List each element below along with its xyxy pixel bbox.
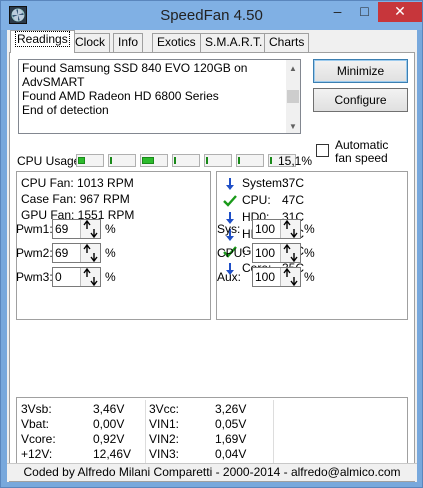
cpu-core-bar (108, 154, 136, 167)
client-area: Readings Clock Info Exotics S.M.A.R.T. C… (7, 30, 417, 482)
scroll-thumb[interactable] (287, 90, 299, 103)
checkmark-icon (223, 194, 237, 208)
up-down-arrows-icon[interactable] (280, 243, 300, 263)
tab-exotics[interactable]: Exotics (152, 33, 201, 52)
pwm-label: Sys: (217, 222, 241, 236)
voltage-value: 3,46V (93, 402, 125, 416)
pwm-unit: % (304, 246, 315, 260)
voltage-value: 0,04V (215, 447, 247, 461)
pwm-label: Pwm1: (16, 222, 53, 236)
title-bar[interactable]: SpeedFan 4.50 – □ ✕ (1, 1, 422, 30)
voltage-value: 0,05V (215, 417, 247, 431)
temp-value: 47C (282, 193, 305, 207)
configure-button[interactable]: Configure (313, 88, 408, 112)
arrow-down-icon (223, 177, 237, 191)
pwm-spinner[interactable]: 0 (52, 267, 101, 287)
fan-reading: CPU Fan: 1013 RPM (21, 176, 134, 190)
pwm-label: Pwm3: (16, 270, 53, 284)
voltage-label: 3Vsb: (21, 402, 52, 416)
log-line: Found AMD Radeon HD 6800 Series (22, 89, 219, 103)
pwm-unit: % (105, 222, 116, 236)
cpu-core-bar (172, 154, 200, 167)
tab-info[interactable]: Info (113, 33, 144, 52)
tab-clock[interactable]: Clock (70, 33, 111, 52)
scroll-down-arrow-icon[interactable]: ▼ (289, 120, 297, 134)
voltage-value: 12,46V (93, 447, 132, 461)
voltage-label: VIN2: (149, 432, 180, 446)
temp-row: System: 37C (223, 176, 403, 192)
cpu-core-bar (76, 154, 104, 167)
minimize-button[interactable]: Minimize (313, 59, 408, 83)
up-down-arrows-icon[interactable] (280, 219, 300, 239)
pwm-unit: % (304, 222, 315, 236)
log-line: End of detection (22, 103, 109, 117)
pwm-label: Aux: (217, 270, 242, 284)
detection-log[interactable]: Found Samsung SSD 840 EVO 120GB on AdvSM… (18, 59, 301, 134)
pwm-value: 0 (55, 270, 62, 284)
pwm-spinner[interactable]: 100 (252, 219, 301, 239)
window-maximize-button[interactable]: □ (351, 2, 378, 22)
app-window: SpeedFan 4.50 – □ ✕ Readings Clock Info … (0, 0, 423, 488)
voltage-label: VIN1: (149, 417, 180, 431)
pwm-value: 69 (55, 222, 69, 236)
cpu-core-bar (204, 154, 232, 167)
cpu-core-bar (140, 154, 168, 167)
pwm-unit: % (304, 270, 315, 284)
log-line: Found Samsung SSD 840 EVO 120GB on AdvSM… (22, 61, 248, 89)
readings-panel: Found Samsung SSD 840 EVO 120GB on AdvSM… (9, 52, 415, 482)
temp-value: 37C (282, 176, 305, 190)
pwm-value: 100 (255, 270, 276, 284)
pwm-spinner[interactable]: 100 (252, 267, 301, 287)
cpu-core-bar (236, 154, 264, 167)
cpu-core-load (270, 157, 272, 164)
voltage-value: 0,92V (93, 432, 125, 446)
voltage-value: 0,00V (93, 417, 125, 431)
pwm-spinner[interactable]: 100 (252, 243, 301, 263)
voltage-label: Vbat: (21, 417, 50, 431)
tab-readings-label: Readings (15, 31, 70, 47)
tab-readings[interactable]: Readings (10, 30, 75, 53)
pwm-value: 100 (255, 222, 276, 236)
window-minimize-button[interactable]: – (324, 2, 351, 22)
pwm-spinner[interactable]: 69 (52, 243, 101, 263)
temp-row: CPU: 47C (223, 193, 403, 209)
cpu-core-load (142, 157, 154, 164)
pwm-label: CPU: (217, 246, 246, 260)
voltage-value: 3,26V (215, 402, 247, 416)
up-down-arrows-icon[interactable] (80, 243, 100, 263)
up-down-arrows-icon[interactable] (280, 267, 300, 287)
pwm-unit: % (105, 246, 116, 260)
tab-charts[interactable]: Charts (264, 33, 310, 52)
pwm-unit: % (105, 270, 116, 284)
up-down-arrows-icon[interactable] (80, 267, 100, 287)
automatic-fan-speed-checkbox[interactable] (316, 144, 329, 157)
pwm-value: 100 (255, 246, 276, 260)
window-close-button[interactable]: ✕ (378, 2, 422, 22)
cpu-usage-label: CPU Usage (17, 154, 81, 168)
voltage-value: 1,69V (215, 432, 247, 446)
cpu-usage-percent: 15,1% (278, 154, 313, 168)
pwm-label: Pwm2: (16, 246, 53, 260)
voltage-label: Vcore: (21, 432, 56, 446)
automatic-fan-speed-label: Automatic fan speed (335, 138, 389, 165)
pwm-value: 69 (55, 246, 69, 260)
voltage-label: +12V: (21, 447, 53, 461)
tab-smart[interactable]: S.M.A.R.T. (200, 33, 268, 52)
cpu-core-load (238, 157, 240, 164)
cpu-core-load (78, 157, 85, 164)
fan-reading: Case Fan: 967 RPM (21, 192, 130, 206)
status-bar: Coded by Alfredo Milani Comparetti - 200… (7, 463, 417, 481)
pwm-spinner[interactable]: 69 (52, 219, 101, 239)
cpu-core-load (206, 157, 208, 164)
voltage-label: 3Vcc: (149, 402, 180, 416)
cpu-core-load (110, 157, 112, 164)
cpu-core-load (174, 157, 176, 164)
log-scrollbar[interactable]: ▲ ▼ (286, 60, 300, 133)
scroll-up-arrow-icon[interactable]: ▲ (289, 62, 297, 76)
up-down-arrows-icon[interactable] (80, 219, 100, 239)
voltage-label: VIN3: (149, 447, 180, 461)
